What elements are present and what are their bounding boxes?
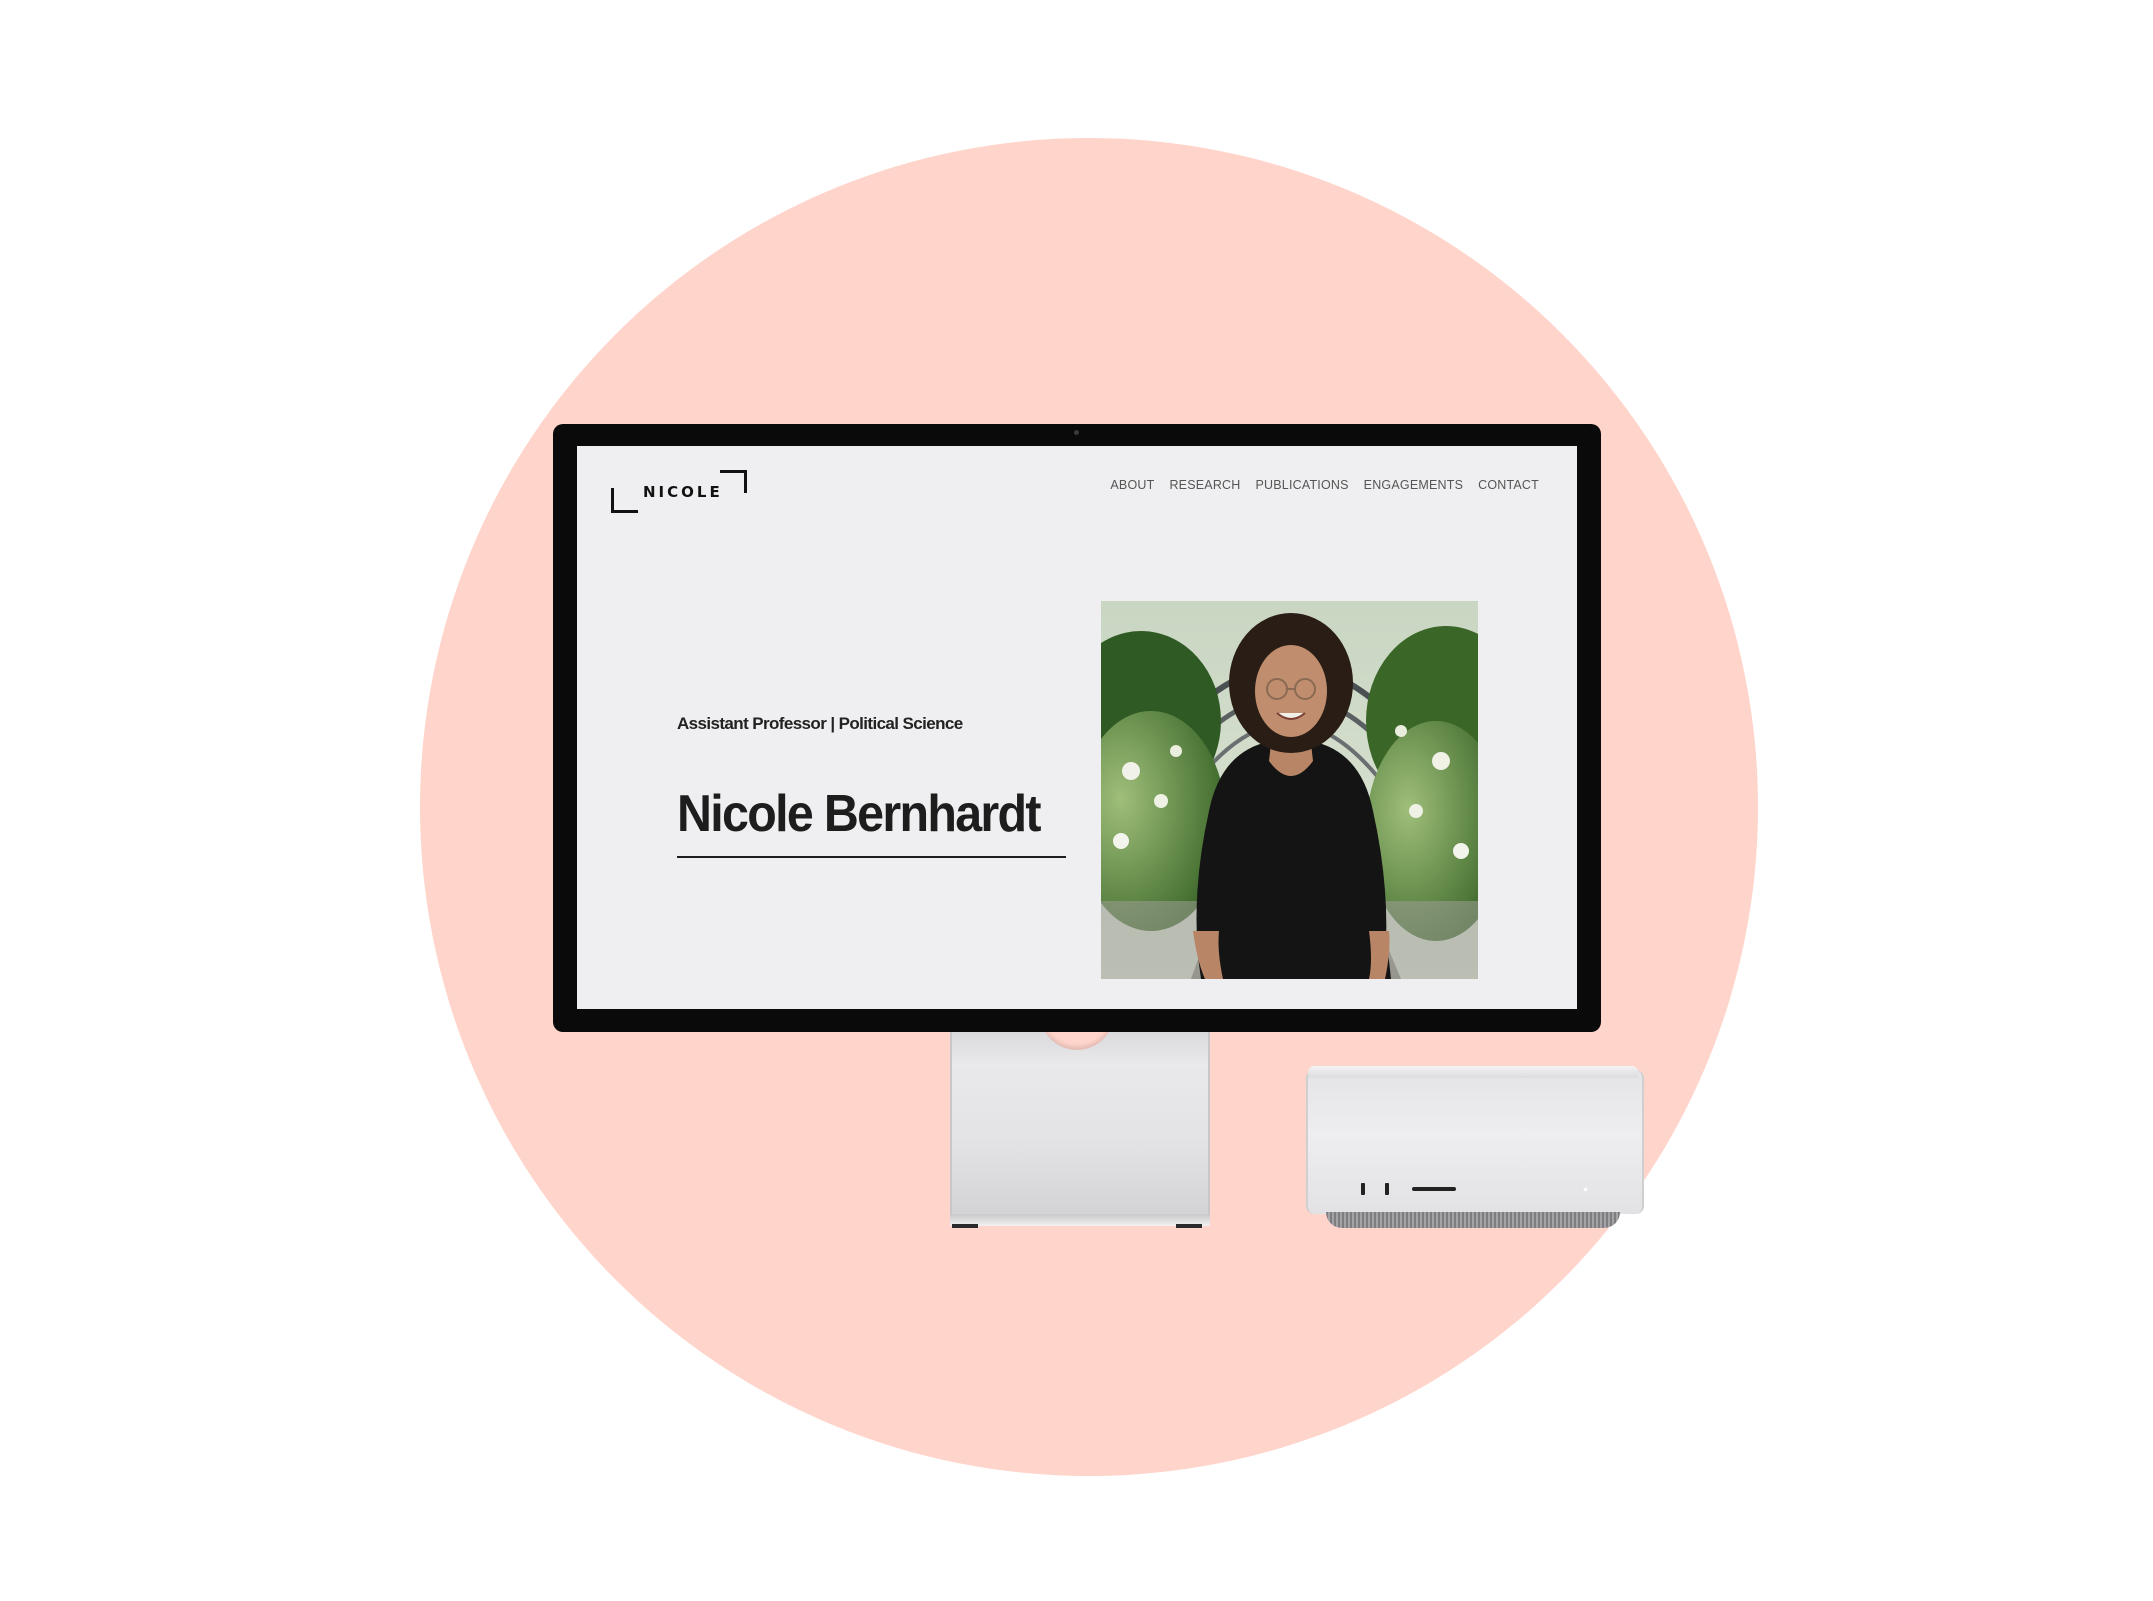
monitor-stand <box>950 1030 1210 1220</box>
logo-bracket-top-right-icon <box>720 470 747 493</box>
portrait-photo <box>1101 601 1478 979</box>
nav-item-publications[interactable]: PUBLICATIONS <box>1256 478 1349 492</box>
mac-studio <box>1306 1070 1644 1214</box>
monitor-stand-pad-left <box>952 1224 978 1228</box>
main-nav: ABOUT RESEARCH PUBLICATIONS ENGAGEMENTS … <box>1110 478 1539 492</box>
nav-item-engagements[interactable]: ENGAGEMENTS <box>1364 478 1463 492</box>
website-screen: NICOLE ABOUT RESEARCH PUBLICATIONS ENGAG… <box>577 446 1577 1009</box>
mac-studio-top <box>1308 1066 1638 1078</box>
sd-card-slot-icon <box>1412 1187 1456 1191</box>
site-logo[interactable]: NICOLE <box>611 470 747 513</box>
monitor-stand-pad-right <box>1176 1224 1202 1228</box>
hero-subtitle: Assistant Professor | Political Science <box>677 714 963 733</box>
hero-name-heading: Nicole Bernhardt <box>677 785 1042 843</box>
nav-item-research[interactable]: RESEARCH <box>1169 478 1240 492</box>
hero-name-underline <box>677 856 1066 858</box>
nav-item-contact[interactable]: CONTACT <box>1478 478 1539 492</box>
monitor-stand-foot <box>950 1214 1210 1226</box>
usb-port-icon <box>1385 1183 1389 1195</box>
usb-port-icon <box>1361 1183 1365 1195</box>
camera-dot-icon <box>1074 430 1079 435</box>
nav-item-about[interactable]: ABOUT <box>1110 478 1154 492</box>
logo-bracket-bottom-left-icon <box>611 488 638 513</box>
mac-studio-vent <box>1326 1212 1620 1228</box>
power-led-icon <box>1584 1188 1587 1191</box>
logo-text: NICOLE <box>643 483 723 501</box>
